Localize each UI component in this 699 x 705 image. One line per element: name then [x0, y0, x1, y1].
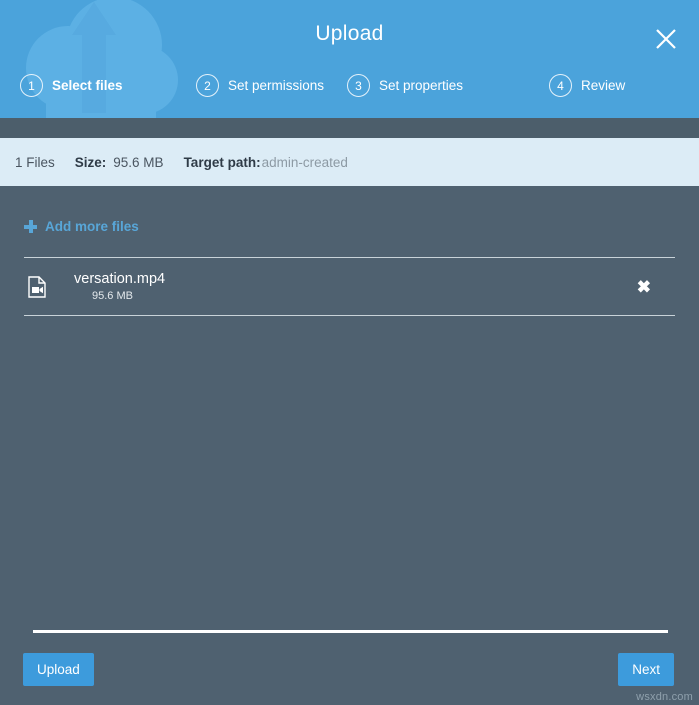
add-more-files-button[interactable]: Add more files [24, 219, 139, 234]
file-list: versation.mp4 95.6 MB ✖ [24, 257, 675, 316]
dialog-footer: Upload Next [0, 653, 699, 686]
target-path-label: Target path: [183, 154, 261, 170]
upload-dialog: Upload 1 Select files 2 Set permissions … [0, 0, 699, 705]
step-indicator: 1 Select files 2 Set permissions 3 Set p… [0, 74, 699, 110]
step-label: Select files [52, 78, 123, 93]
total-size: Size: 95.6 MB [75, 155, 164, 170]
add-more-files-label: Add more files [45, 219, 139, 234]
step-label: Set permissions [228, 78, 325, 93]
file-info: versation.mp4 95.6 MB [74, 271, 165, 303]
video-file-icon [26, 275, 48, 298]
close-icon[interactable] [651, 24, 681, 54]
step-label: Set properties [379, 78, 464, 93]
step-number: 3 [347, 74, 370, 97]
step-number: 1 [20, 74, 43, 97]
step-review[interactable]: 4 Review [549, 74, 625, 97]
size-label: Size: [74, 154, 107, 170]
upload-progress-bar [33, 630, 668, 633]
remove-file-button[interactable]: ✖ [637, 278, 651, 295]
file-selection-panel: Add more files versation.mp4 95.6 MB ✖ U… [0, 186, 699, 705]
file-size: 95.6 MB [92, 290, 133, 303]
site-watermark: wsxdn.com [636, 691, 693, 703]
target-path-value: admin-created [261, 154, 348, 170]
file-name: versation.mp4 [74, 270, 166, 287]
step-set-permissions[interactable]: 2 Set permissions [196, 74, 324, 97]
upload-summary-bar: 1 Files Size: 95.6 MB Target path: admin… [0, 138, 699, 186]
dialog-header: Upload 1 Select files 2 Set permissions … [0, 0, 699, 118]
page-title: Upload [315, 22, 384, 45]
plus-icon [24, 220, 37, 233]
upload-button[interactable]: Upload [23, 653, 94, 686]
step-set-properties[interactable]: 3 Set properties [347, 74, 463, 97]
table-row[interactable]: versation.mp4 95.6 MB ✖ [24, 258, 675, 316]
step-label: Review [581, 78, 626, 93]
size-value: 95.6 MB [113, 154, 164, 170]
files-count-value: 1 Files [15, 154, 55, 170]
files-count: 1 Files [15, 155, 55, 170]
header-separator [0, 118, 699, 138]
step-number: 2 [196, 74, 219, 97]
next-button[interactable]: Next [618, 653, 674, 686]
target-path: Target path: admin-created [184, 155, 348, 170]
step-select-files[interactable]: 1 Select files [20, 74, 123, 97]
step-number: 4 [549, 74, 572, 97]
